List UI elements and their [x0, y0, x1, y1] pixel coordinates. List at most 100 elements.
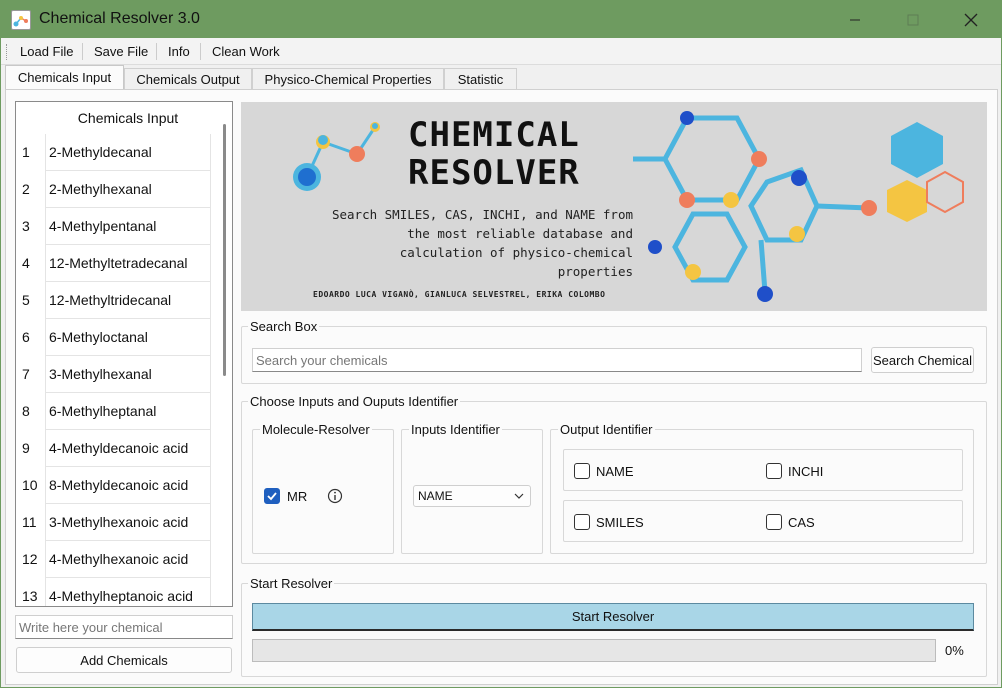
menu-separator — [156, 43, 157, 60]
table-row[interactable]: 3 4-Methylpentanal — [16, 208, 219, 245]
inchi-checkbox[interactable] — [766, 463, 782, 479]
menu-save-file[interactable]: Save File — [94, 44, 148, 59]
search-input[interactable] — [252, 348, 862, 372]
chemical-name-cell[interactable]: 4-Methylheptanoic acid — [45, 578, 211, 606]
checkmark-icon — [267, 492, 277, 501]
row-index: 13 — [22, 588, 38, 604]
minimize-icon — [850, 19, 860, 20]
chemical-name-cell[interactable]: 4-Methylpentanal — [45, 208, 211, 245]
row-index: 1 — [22, 144, 30, 160]
info-circle-icon[interactable] — [327, 488, 343, 504]
name-checkbox[interactable] — [574, 463, 590, 479]
inputs-identifier-select[interactable]: NAME — [413, 485, 531, 507]
maximize-button[interactable] — [884, 1, 942, 38]
progress-bar — [252, 639, 936, 662]
menu-load-file[interactable]: Load File — [20, 44, 73, 59]
row-index: 9 — [22, 440, 30, 456]
table-row[interactable]: 8 6-Methylheptanal — [16, 393, 219, 430]
table-row[interactable]: 5 12-Methyltridecanal — [16, 282, 219, 319]
banner-authors: EDOARDO LUCA VIGANÒ, GIANLUCA SELVESTREL… — [313, 290, 606, 299]
row-index: 8 — [22, 403, 30, 419]
banner-title-line2: RESOLVER — [408, 153, 580, 193]
identifiers-title: Choose Inputs and Ouputs Identifier — [248, 394, 461, 409]
table-row[interactable]: 11 3-Methylhexanoic acid — [16, 504, 219, 541]
row-index: 4 — [22, 255, 30, 271]
inputs-identifier-value: NAME — [418, 489, 453, 503]
chemical-name-cell[interactable]: 2-Methyldecanal — [45, 134, 211, 171]
banner-subtitle: Search SMILES, CAS, INCHI, and NAME from… — [281, 205, 633, 281]
chemical-input[interactable] — [15, 615, 233, 639]
cas-checkbox[interactable] — [766, 514, 782, 530]
tab-chemicals-output[interactable]: Chemicals Output — [124, 68, 252, 91]
banner-subtitle-line: the most reliable database and — [407, 226, 633, 241]
table-row[interactable]: 10 8-Methyldecanoic acid — [16, 467, 219, 504]
title-bar[interactable]: Chemical Resolver 3.0 — [1, 1, 1001, 38]
chemical-name-cell[interactable]: 12-Methyltridecanal — [45, 282, 211, 319]
window-title: Chemical Resolver 3.0 — [39, 10, 200, 27]
tab-physico-chemical-properties[interactable]: Physico-Chemical Properties — [252, 68, 444, 91]
cas-label: CAS — [788, 515, 815, 530]
start-resolver-button[interactable]: Start Resolver — [252, 603, 974, 631]
chemical-name-cell[interactable]: 2-Methylhexanal — [45, 171, 211, 208]
name-label: NAME — [596, 464, 634, 479]
table-row[interactable]: 12 4-Methylhexanoic acid — [16, 541, 219, 578]
table-row[interactable]: 7 3-Methylhexanal — [16, 356, 219, 393]
table-row[interactable]: 2 2-Methylhexanal — [16, 171, 219, 208]
app-window: Chemical Resolver 3.0 Load File Save Fil… — [0, 0, 1002, 688]
tab-statistic[interactable]: Statistic — [444, 68, 517, 91]
table-row[interactable]: 6 6-Methyloctanal — [16, 319, 219, 356]
banner-title-line1: CHEMICAL — [408, 115, 580, 155]
chemicals-table-body: 1 2-Methyldecanal 2 2-Methylhexanal 3 4-Methy… — [16, 134, 219, 606]
app-molecule-icon — [11, 10, 31, 30]
chemical-name-cell[interactable]: 6-Methylheptanal — [45, 393, 211, 430]
chemicals-table-header: Chemicals Input — [45, 102, 211, 134]
scrollbar-thumb[interactable] — [223, 124, 226, 376]
banner-title: CHEMICAL RESOLVER — [408, 116, 580, 192]
chemicals-scrollbar[interactable] — [218, 102, 232, 606]
inputs-identifier-title: Inputs Identifier — [409, 422, 502, 437]
mr-checkbox[interactable] — [264, 488, 280, 504]
minimize-button[interactable] — [826, 1, 884, 38]
menu-bar: Load File Save File Info Clean Work — [1, 38, 1001, 65]
close-button[interactable] — [942, 1, 1000, 38]
table-row[interactable]: 4 12-Methyltetradecanal — [16, 245, 219, 282]
banner-subtitle-line: calculation of physico-chemical — [399, 245, 633, 260]
banner-subtitle-line: properties — [557, 264, 633, 279]
table-row[interactable]: 13 4-Methylheptanoic acid — [16, 578, 219, 606]
menu-clean-work[interactable]: Clean Work — [212, 44, 280, 59]
search-chemical-button[interactable]: Search Chemical — [871, 347, 974, 373]
row-index: 11 — [22, 514, 37, 530]
menu-grip — [6, 44, 8, 60]
chemical-name-cell[interactable]: 6-Methyloctanal — [45, 319, 211, 356]
chemical-name-cell[interactable]: 3-Methylhexanal — [45, 356, 211, 393]
tab-chemicals-input[interactable]: Chemicals Input — [5, 65, 124, 91]
menu-separator — [200, 43, 201, 60]
banner: CHEMICAL RESOLVER Search SMILES, CAS, IN… — [241, 102, 987, 311]
menu-info[interactable]: Info — [168, 44, 190, 59]
search-box-title: Search Box — [248, 319, 320, 334]
chemical-name-cell[interactable]: 4-Methyldecanoic acid — [45, 430, 211, 467]
chemical-name-cell[interactable]: 8-Methyldecanoic acid — [45, 467, 211, 504]
row-index: 10 — [22, 477, 38, 493]
menu-separator — [82, 43, 83, 60]
row-index: 3 — [22, 218, 30, 234]
row-index: 6 — [22, 329, 30, 345]
row-index: 7 — [22, 366, 30, 382]
row-index: 5 — [22, 292, 30, 308]
molecule-resolver-title: Molecule-Resolver — [260, 422, 372, 437]
chemical-name-cell[interactable]: 3-Methylhexanoic acid — [45, 504, 211, 541]
table-row[interactable]: 1 2-Methyldecanal — [16, 134, 219, 171]
chemicals-table[interactable]: Chemicals Input 1 2-Methyldecanal 2 2-Methy… — [15, 101, 233, 607]
add-chemicals-button[interactable]: Add Chemicals — [16, 647, 232, 673]
maximize-icon — [907, 14, 919, 25]
chemical-name-cell[interactable]: 12-Methyltetradecanal — [45, 245, 211, 282]
progress-text: 0% — [945, 643, 964, 658]
chemical-name-cell[interactable]: 4-Methylhexanoic acid — [45, 541, 211, 578]
banner-subtitle-line: Search SMILES, CAS, INCHI, and NAME from — [331, 207, 633, 222]
table-row[interactable]: 9 4-Methyldecanoic acid — [16, 430, 219, 467]
row-index: 12 — [22, 551, 38, 567]
tab-bar: Chemicals Input Chemicals Output Physico… — [1, 65, 1001, 91]
smiles-checkbox[interactable] — [574, 514, 590, 530]
mr-label: MR — [287, 489, 308, 504]
start-resolver-title: Start Resolver — [248, 576, 335, 591]
